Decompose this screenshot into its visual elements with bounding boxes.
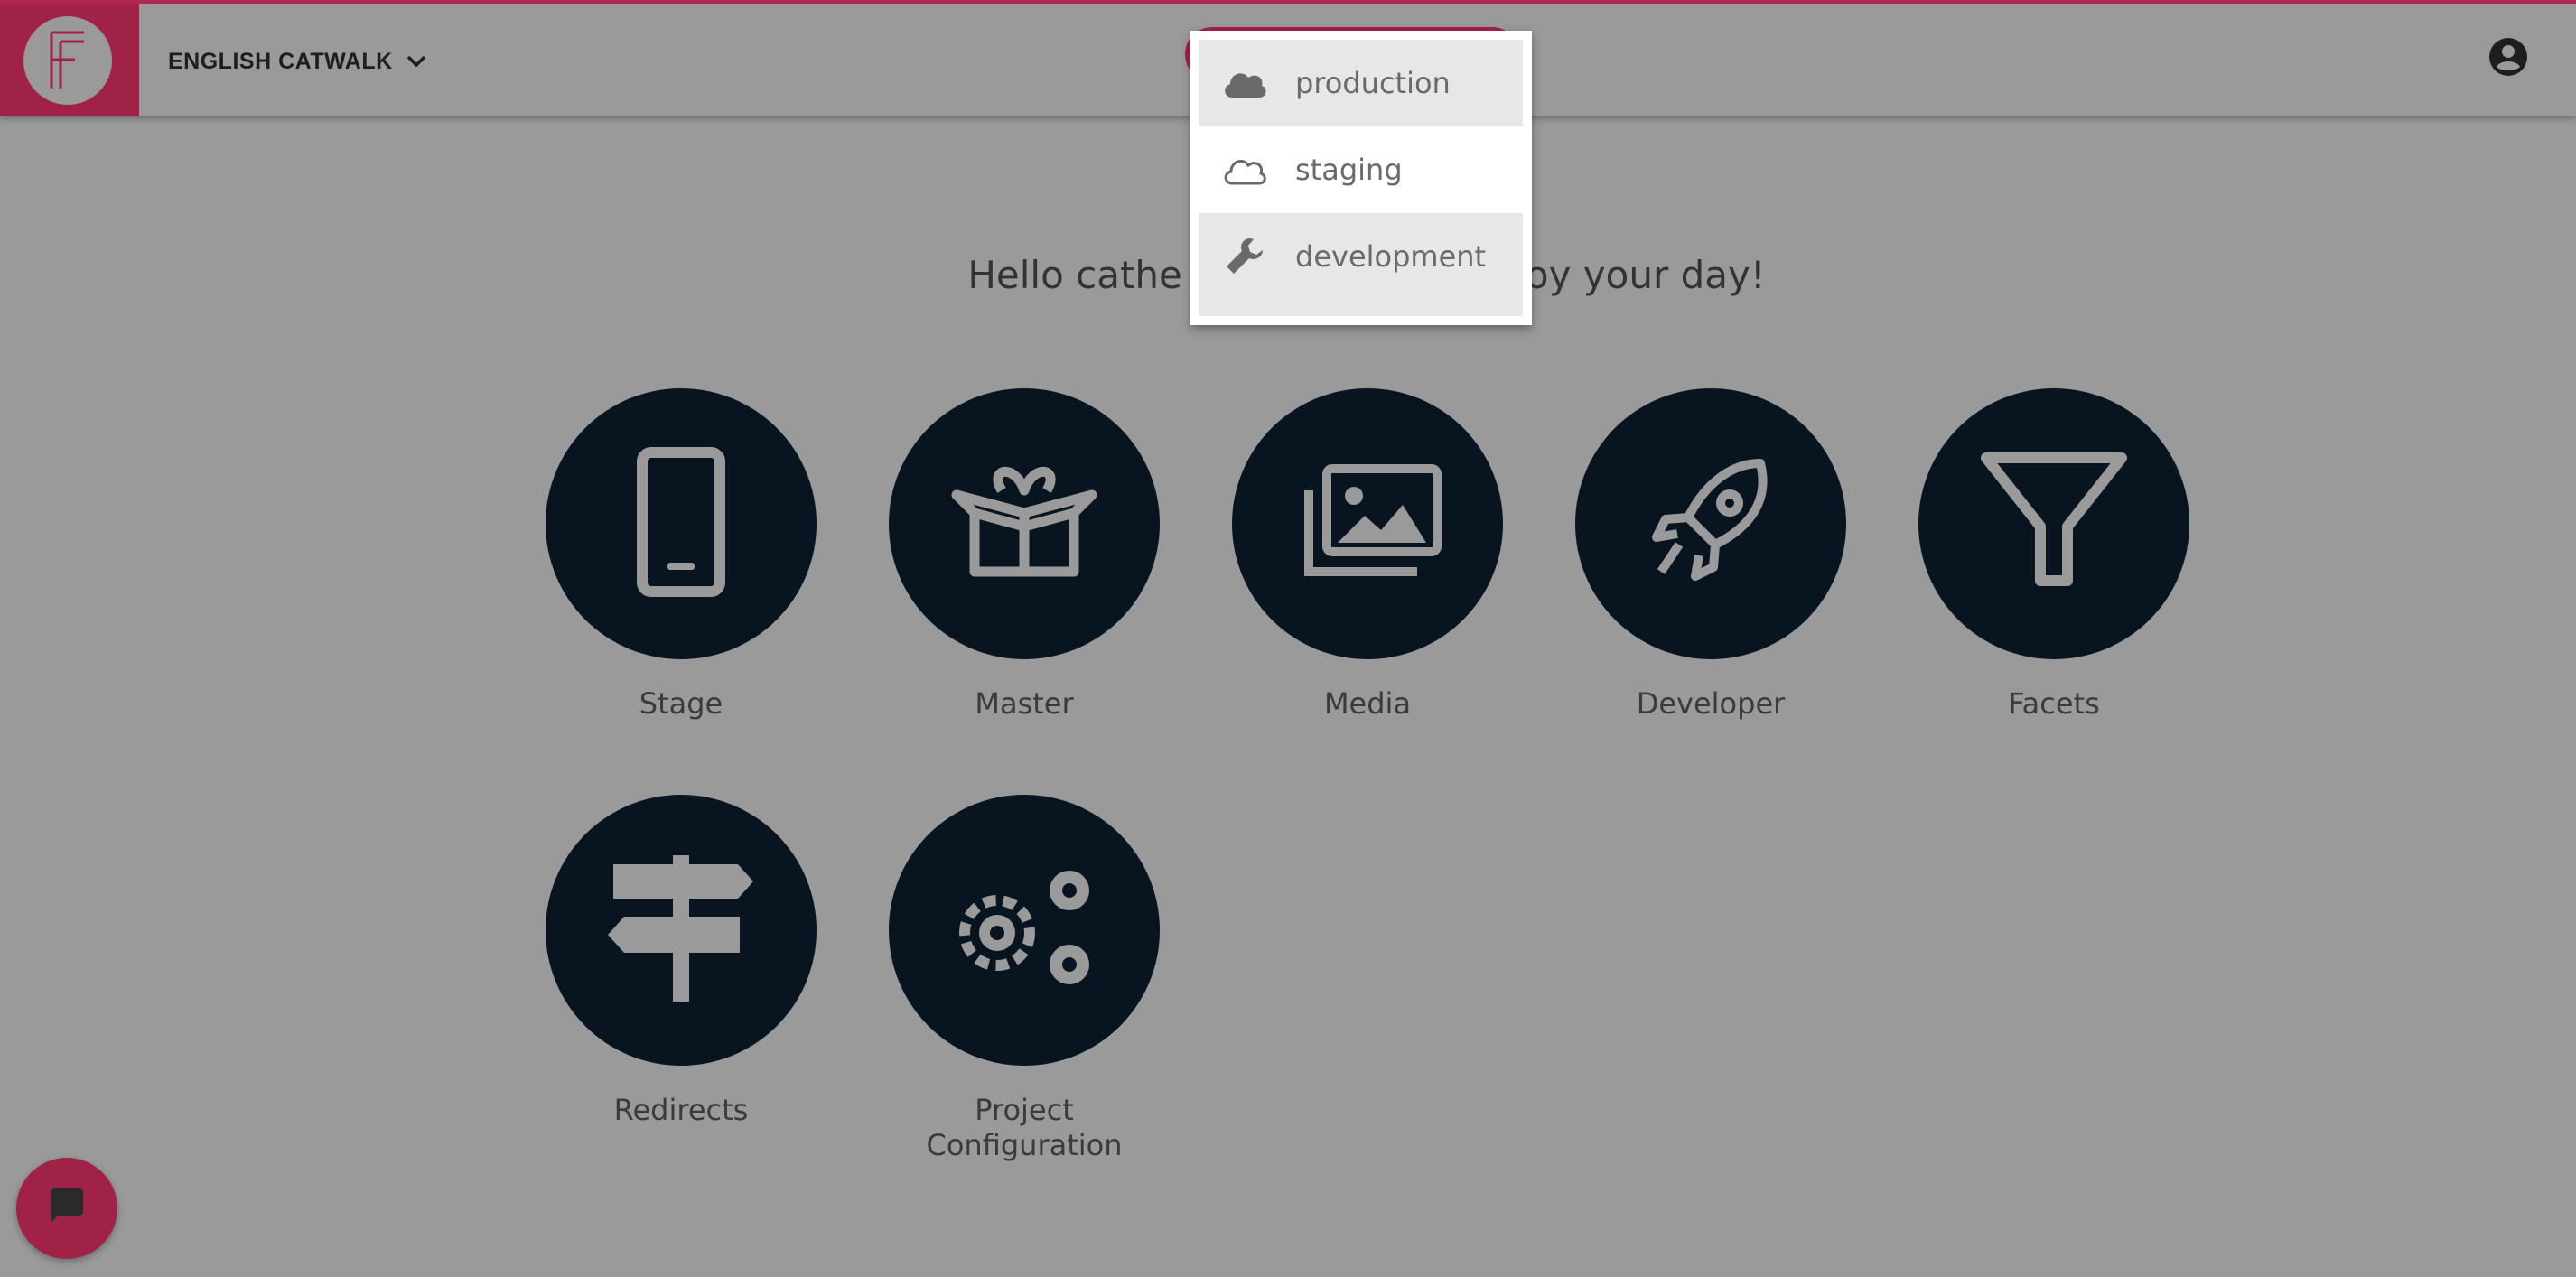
tile-circle	[546, 388, 817, 659]
tile-media[interactable]: Media	[1232, 388, 1503, 722]
chat-bubble-icon	[47, 1187, 87, 1230]
tile-circle	[889, 388, 1160, 659]
tile-project-configuration[interactable]: Project Configuration	[889, 795, 1160, 1163]
wrench-icon	[1221, 233, 1268, 280]
tile-label: Developer	[1636, 686, 1786, 721]
smartphone-icon	[631, 445, 731, 602]
logo-block[interactable]	[0, 4, 139, 116]
images-icon	[1291, 463, 1444, 584]
chevron-down-icon	[406, 49, 427, 75]
tile-redirects[interactable]: Redirects	[546, 795, 817, 1128]
env-option-development[interactable]: development	[1199, 213, 1523, 300]
rocket-icon	[1643, 454, 1778, 593]
chat-button[interactable]	[16, 1158, 117, 1259]
tile-label: Facets	[2008, 686, 2100, 721]
env-option-label: production	[1295, 66, 1451, 100]
greeting-left: Hello cathe	[967, 253, 1182, 297]
f-logo-icon	[23, 16, 112, 105]
tile-label: Master	[975, 686, 1074, 721]
tile-facets[interactable]: Facets	[1918, 388, 2189, 722]
greeting-right: oy your day!	[1525, 253, 1766, 297]
project-selector[interactable]: ENGLISH CATWALK	[168, 43, 427, 79]
tile-developer[interactable]: Developer	[1575, 388, 1846, 722]
gears-icon	[947, 865, 1101, 995]
tile-label: Stage	[639, 686, 723, 721]
tile-circle	[546, 795, 817, 1066]
tile-label: Media	[1323, 686, 1412, 721]
tile-master[interactable]: Master	[889, 388, 1160, 722]
project-name: ENGLISH CATWALK	[168, 48, 393, 74]
env-option-production[interactable]: production	[1199, 40, 1523, 126]
signpost-icon	[604, 852, 758, 1009]
open-box-icon	[947, 459, 1101, 589]
env-option-label: staging	[1295, 153, 1403, 187]
cloud-outline-icon	[1221, 146, 1268, 193]
tile-circle	[1575, 388, 1846, 659]
tile-label: Redirects	[613, 1093, 749, 1127]
tile-stage[interactable]: Stage	[546, 388, 817, 722]
tile-circle	[1232, 388, 1503, 659]
tile-label: Project Configuration	[926, 1093, 1123, 1162]
tile-circle	[1918, 388, 2189, 659]
tile-circle	[889, 795, 1160, 1066]
cloud-filled-icon	[1221, 60, 1268, 107]
env-option-label: development	[1295, 239, 1487, 274]
environment-dropdown: production staging development	[1190, 31, 1532, 325]
filter-icon	[1977, 445, 2131, 602]
env-option-staging[interactable]: staging	[1199, 126, 1523, 213]
account-circle-icon[interactable]	[2487, 36, 2529, 78]
